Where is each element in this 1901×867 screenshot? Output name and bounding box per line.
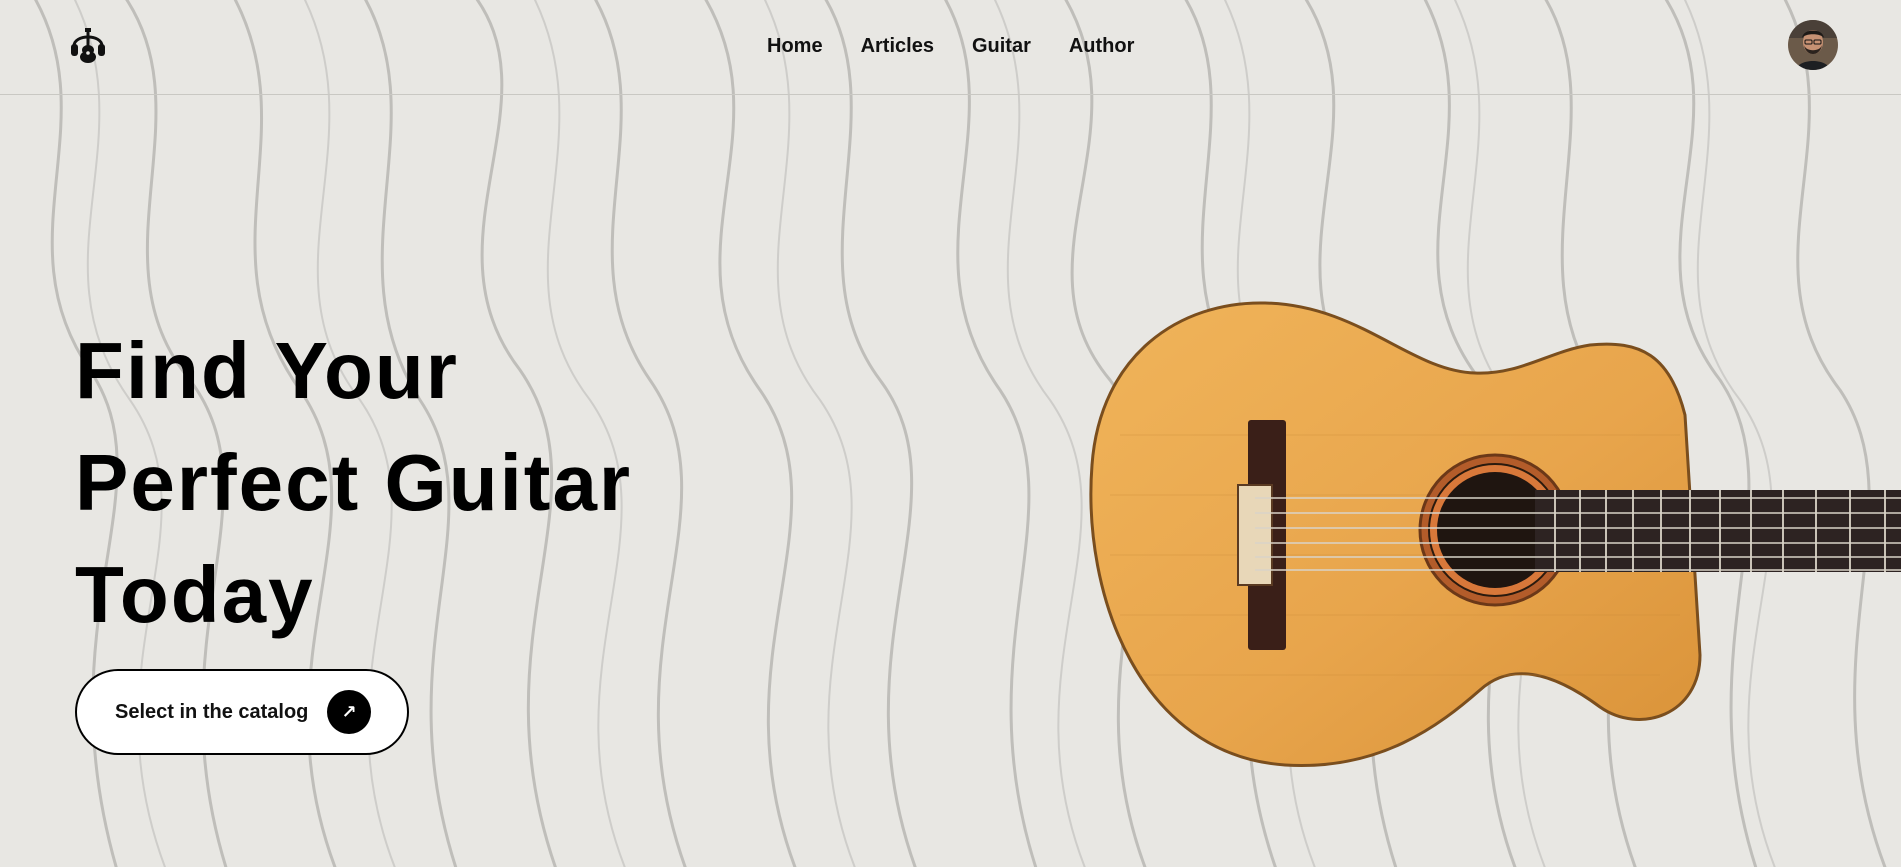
classical-guitar-image xyxy=(1089,301,1901,768)
hero-title-line-2: Perfect Guitar xyxy=(75,438,633,527)
nav-home[interactable]: Home xyxy=(767,35,823,58)
nav-author[interactable]: Author xyxy=(1069,35,1135,58)
nav-guitar[interactable]: Guitar xyxy=(972,35,1031,58)
select-catalog-label: Select in the catalog xyxy=(115,701,309,723)
arrow-up-right-icon: ↗ xyxy=(327,690,371,734)
site-header: Home Articles Guitar Author xyxy=(0,0,1901,95)
guitar-headphones-logo-icon[interactable] xyxy=(70,26,106,64)
select-catalog-button[interactable]: Select in the catalog ↗ xyxy=(75,669,409,755)
nav-articles[interactable]: Articles xyxy=(861,35,934,58)
user-avatar-icon[interactable] xyxy=(1788,20,1838,70)
hero-title-line-3: Today xyxy=(75,550,315,639)
main-nav: Home Articles Guitar Author xyxy=(767,35,1134,58)
hero-title-line-1: Find Your xyxy=(75,326,459,415)
landing-page: Home Articles Guitar Author Find Your Pe… xyxy=(0,0,1901,867)
hero-title: Find Your Perfect Guitar Today xyxy=(75,315,795,651)
